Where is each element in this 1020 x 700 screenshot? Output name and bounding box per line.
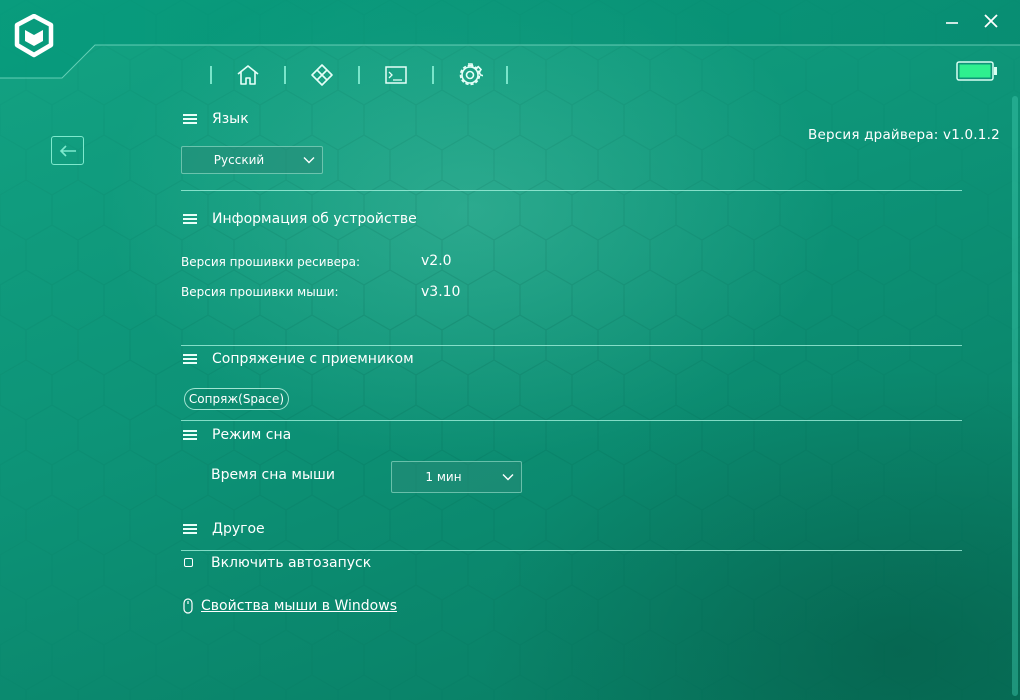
hamburger-icon (183, 114, 197, 124)
language-select[interactable]: Русский (181, 146, 323, 174)
sleep-time-select-value: 1 мин (425, 470, 462, 484)
terminal-icon (385, 66, 407, 84)
nav-separator (210, 66, 212, 84)
divider (181, 345, 962, 346)
language-select-value: Русский (213, 153, 265, 167)
section-device-info-title: Информация об устройстве (212, 211, 417, 227)
hamburger-icon (183, 430, 197, 440)
divider (181, 190, 962, 191)
title-bar-band (0, 0, 1020, 78)
chevron-down-icon (303, 157, 315, 164)
nav-separator (506, 66, 508, 84)
mouse-firmware-label: Версия прошивки мыши: (181, 285, 339, 299)
section-other: Другое (183, 521, 265, 537)
arrow-left-icon (59, 144, 76, 157)
divider (181, 420, 962, 421)
nav-settings[interactable] (434, 58, 506, 92)
nav-separator (432, 66, 434, 84)
nav-buttons[interactable] (286, 58, 358, 92)
close-button[interactable] (977, 8, 1005, 34)
gear-icon (459, 63, 483, 86)
chevron-down-icon (502, 474, 514, 481)
hamburger-icon (183, 214, 197, 224)
main-nav (210, 58, 508, 92)
mouse-icon (183, 598, 193, 614)
receiver-firmware-value: v2.0 (421, 253, 452, 269)
hamburger-icon (183, 354, 197, 364)
nav-home[interactable] (212, 58, 284, 92)
scrollbar[interactable] (1012, 96, 1018, 696)
cube-logo-icon (14, 14, 54, 58)
pair-button[interactable]: Сопряж(Space) (184, 388, 289, 410)
battery-icon (956, 61, 997, 81)
autostart-checkbox[interactable] (184, 558, 193, 567)
windows-mouse-properties-link[interactable]: Свойства мыши в Windows (201, 598, 397, 614)
minimize-button[interactable] (938, 8, 966, 34)
section-pairing: Сопряжение с приемником (183, 351, 414, 367)
diamond-grid-icon (311, 64, 333, 86)
back-button[interactable] (51, 136, 84, 165)
minimize-icon (946, 22, 958, 24)
driver-version: Версия драйвера: v1.0.1.2 (808, 127, 1000, 143)
hex-background-pattern (0, 0, 1020, 700)
hamburger-icon (183, 524, 197, 534)
sleep-time-select[interactable]: 1 мин (391, 461, 522, 493)
section-language: Язык (183, 111, 249, 127)
app-window: Версия драйвера: v1.0.1.2 Язык Русский И… (0, 0, 1020, 700)
sleep-time-label: Время сна мыши (211, 467, 335, 483)
nav-separator (284, 66, 286, 84)
section-sleep: Режим сна (183, 427, 291, 443)
section-other-title: Другое (212, 521, 265, 537)
divider (181, 550, 962, 551)
section-device-info: Информация об устройстве (183, 211, 417, 227)
section-language-title: Язык (212, 111, 249, 127)
nav-separator (358, 66, 360, 84)
section-pairing-title: Сопряжение с приемником (212, 351, 414, 367)
section-sleep-title: Режим сна (212, 427, 292, 443)
home-icon (237, 65, 259, 85)
receiver-firmware-label: Версия прошивки ресивера: (181, 255, 361, 269)
close-icon (984, 14, 998, 28)
autostart-label: Включить автозапуск (211, 555, 372, 571)
nav-macro[interactable] (360, 58, 432, 92)
mouse-firmware-value: v3.10 (421, 284, 461, 300)
